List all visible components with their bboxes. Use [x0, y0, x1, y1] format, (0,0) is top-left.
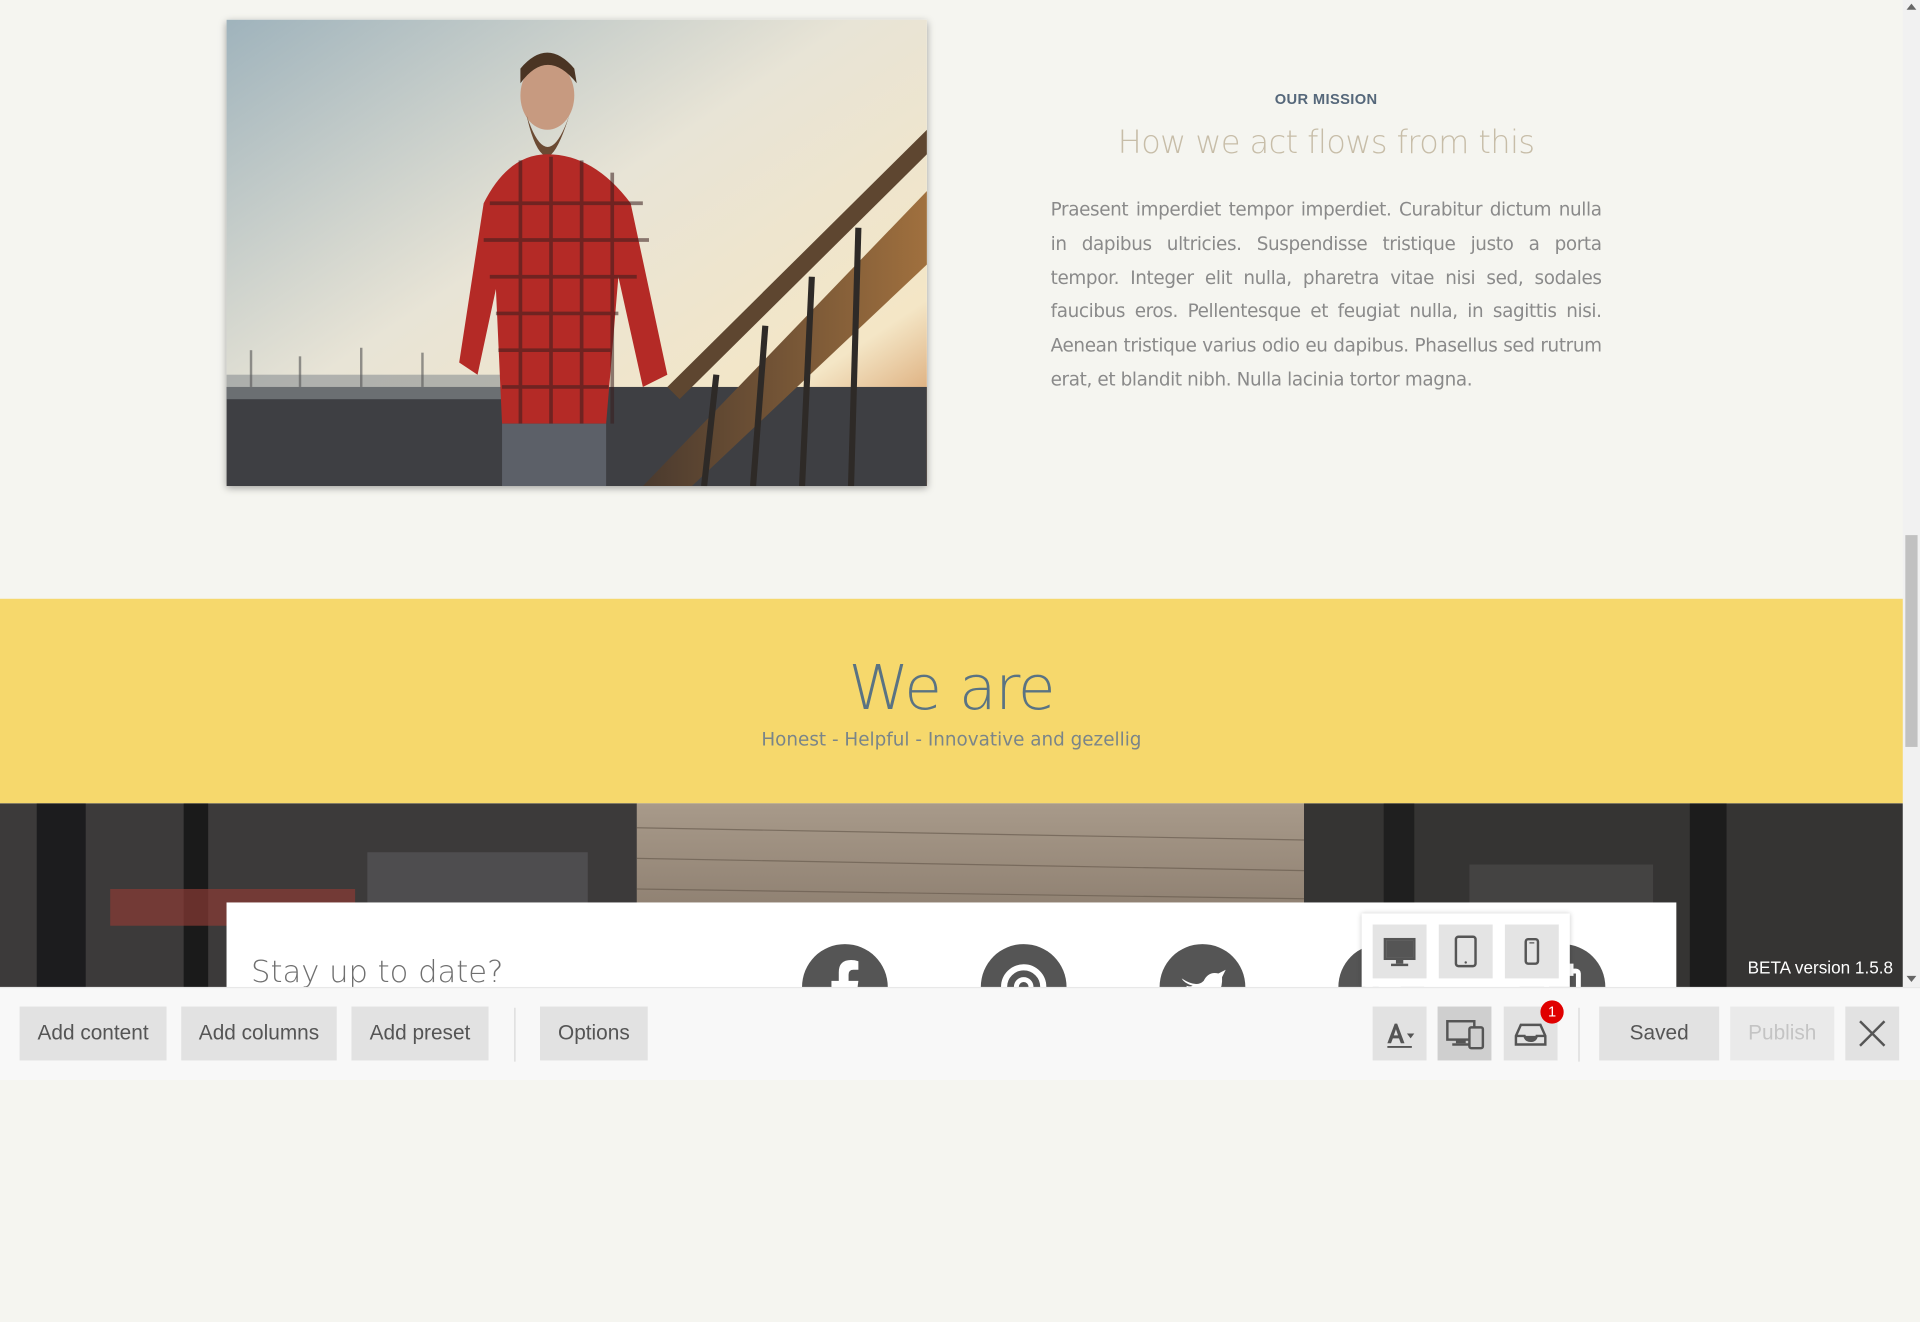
scrollbar[interactable]: [1902, 0, 1920, 987]
mission-text: OUR MISSION How we act flows from this P…: [1051, 91, 1602, 398]
newsletter-title: Stay up to date?: [251, 953, 504, 990]
options-button[interactable]: Options: [540, 1006, 648, 1061]
device-preview-popup: [1361, 913, 1570, 1000]
responsive-preview-button[interactable]: [1437, 1006, 1492, 1061]
we-are-title: We are: [848, 652, 1056, 724]
desktop-icon: [1383, 937, 1416, 967]
mission-title: How we act flows from this: [1117, 124, 1535, 162]
typography-button[interactable]: [1372, 1006, 1427, 1061]
scroll-down-arrow-icon[interactable]: [1906, 975, 1917, 983]
font-style-icon: [1387, 1023, 1415, 1048]
notification-badge: 1: [1540, 1000, 1564, 1024]
add-columns-button[interactable]: Add columns: [181, 1006, 337, 1061]
mobile-icon: [1524, 937, 1540, 965]
page: OUR MISSION How we act flows from this P…: [0, 0, 1920, 1081]
we-are-subtitle: Honest - Helpful - Innovative and gezell…: [761, 728, 1142, 751]
desktop-preview-button[interactable]: [1372, 924, 1427, 979]
mission-body: Praesent imperdiet tempor imperdiet. Cur…: [1050, 198, 1602, 391]
scroll-thumb[interactable]: [1905, 535, 1918, 747]
add-preset-button[interactable]: Add preset: [351, 1006, 489, 1061]
mission-photo: [226, 19, 927, 487]
mobile-preview-button[interactable]: [1504, 924, 1559, 979]
publish-button[interactable]: Publish: [1730, 1006, 1835, 1061]
scroll-up-arrow-icon[interactable]: [1906, 3, 1917, 10]
toolbar-divider: [514, 1007, 516, 1062]
toolbar-divider: [1578, 1007, 1580, 1062]
beta-version-label: BETA version 1.5.8: [1747, 957, 1894, 978]
tablet-preview-button[interactable]: [1438, 924, 1493, 979]
tablet-icon: [1454, 935, 1477, 968]
close-editor-button[interactable]: [1845, 1006, 1900, 1061]
close-icon: [1859, 1020, 1886, 1047]
editor-toolbar: Add content Add columns Add preset Optio…: [0, 986, 1920, 1081]
devices-icon: [1446, 1020, 1485, 1050]
saved-button[interactable]: Saved: [1599, 1006, 1720, 1061]
add-content-button[interactable]: Add content: [19, 1006, 167, 1061]
mission-eyebrow: OUR MISSION: [1274, 90, 1378, 108]
inbox-button[interactable]: 1: [1503, 1000, 1564, 1061]
we-are-section: We are Honest - Helpful - Innovative and…: [0, 598, 1903, 804]
